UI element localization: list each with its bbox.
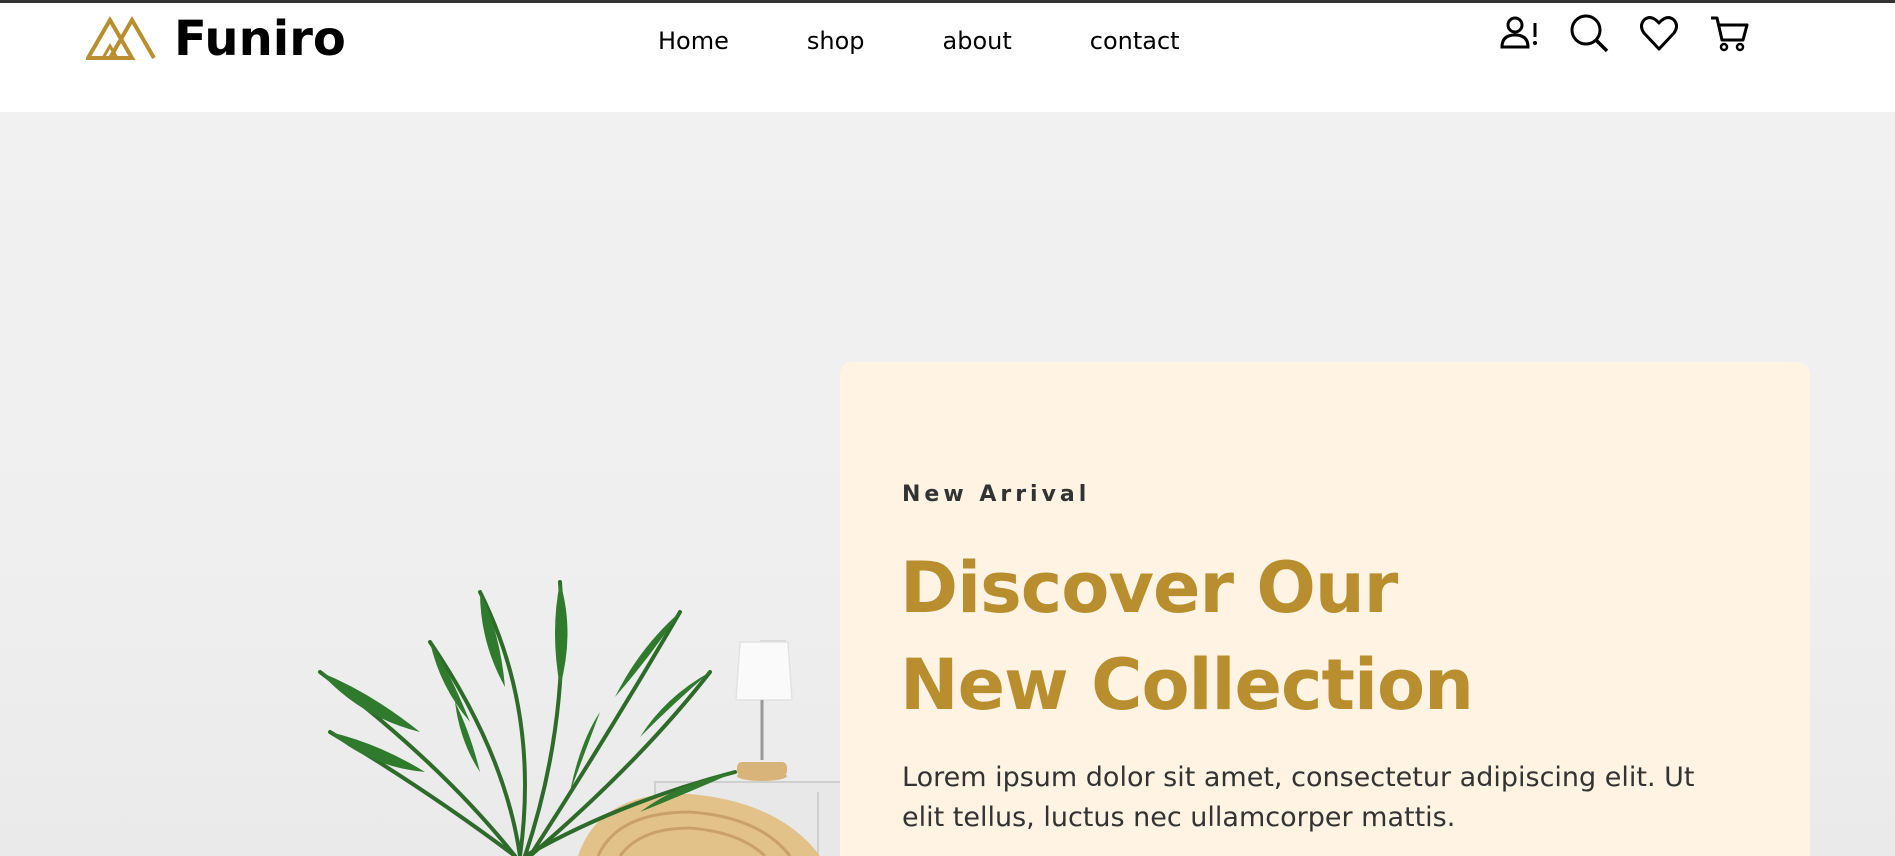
nav-shop-link[interactable]: shop	[807, 21, 865, 61]
hero-card: New Arrival Discover Our New Collection …	[840, 362, 1810, 856]
funiro-logo-icon	[84, 14, 156, 65]
cart-icon[interactable]	[1709, 13, 1749, 53]
hero-heading-line-1: Discover Our	[900, 547, 1398, 629]
brand-logo[interactable]: Funiro	[84, 11, 346, 67]
hero-heading-line-2: New Collection	[900, 644, 1474, 726]
hero-section: New Arrival Discover Our New Collection …	[0, 112, 1895, 856]
main-nav: Home shop about contact	[658, 21, 1258, 61]
site-header: Funiro Home shop about contact	[0, 3, 1895, 112]
nav-contact-link[interactable]: contact	[1090, 21, 1180, 61]
nav-about-link[interactable]: about	[943, 21, 1012, 61]
hero-description: Lorem ipsum dolor sit amet, consectetur …	[902, 762, 1695, 833]
header-icons	[1499, 13, 1749, 53]
heart-icon[interactable]	[1639, 13, 1679, 53]
hero-subtitle: New Arrival	[902, 482, 1091, 507]
brand-name: Funiro	[174, 11, 346, 67]
hero-heading: Discover Our New Collection	[900, 540, 1780, 734]
user-alert-icon[interactable]	[1499, 13, 1539, 53]
nav-home-link[interactable]: Home	[658, 21, 729, 61]
search-icon[interactable]	[1569, 13, 1609, 53]
